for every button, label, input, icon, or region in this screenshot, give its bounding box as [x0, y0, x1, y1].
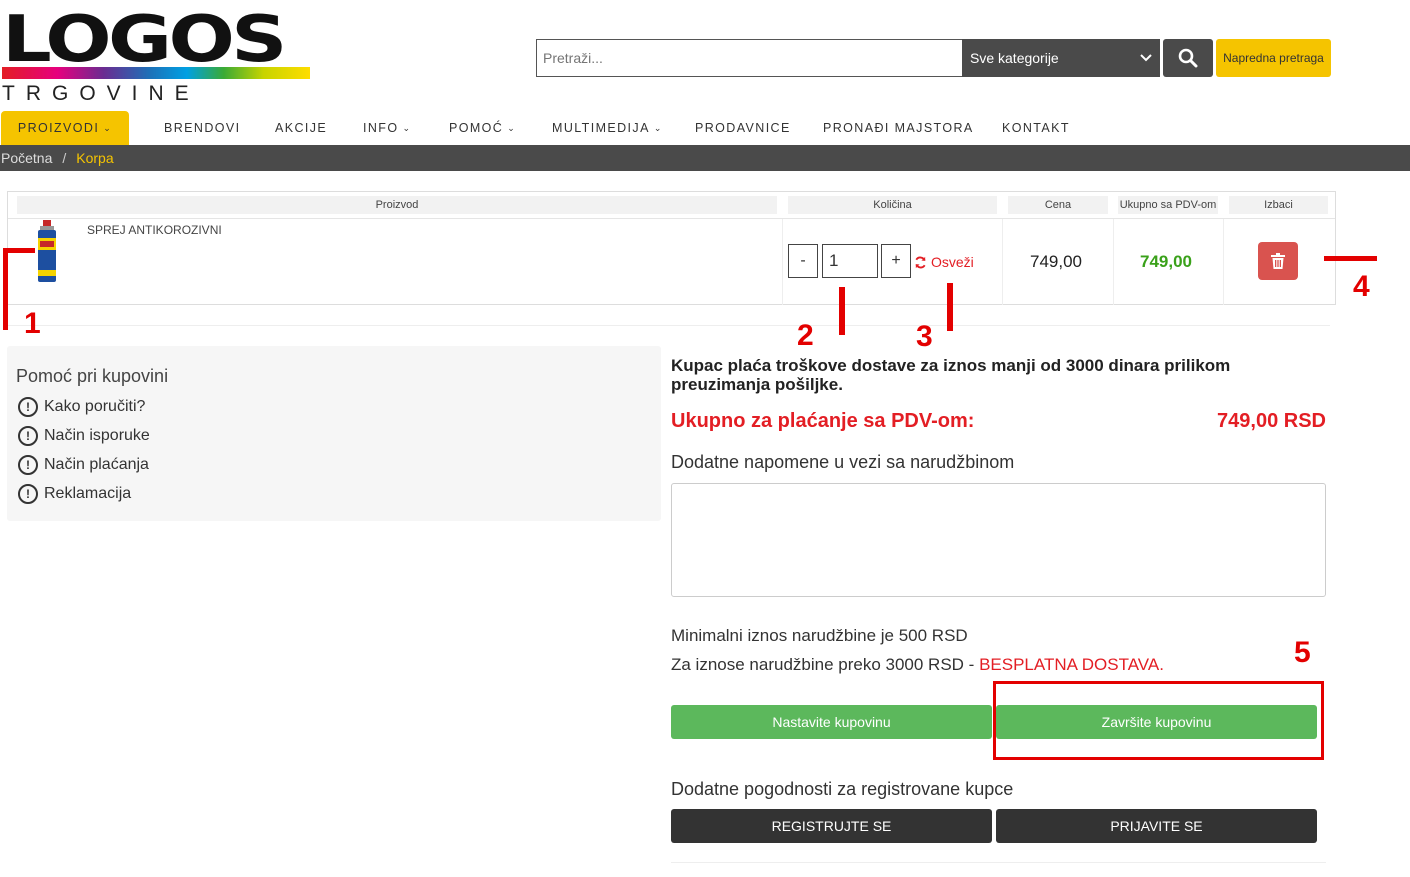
- free-delivery-text: Za iznose narudžbine preko 3000 RSD - BE…: [671, 655, 1164, 674]
- annotation-marker-4: [1324, 256, 1377, 261]
- help-link-complaints[interactable]: ! Reklamacija: [18, 484, 131, 504]
- header-price: Cena: [1008, 196, 1108, 214]
- nav-item-kontakt[interactable]: KONTAKT: [1002, 111, 1070, 145]
- category-select[interactable]: Sve kategorije: [962, 39, 1160, 77]
- cart-table: Proizvod Količina Cena Ukupno sa PDV-om …: [7, 191, 1336, 305]
- divider: [671, 862, 1326, 863]
- annotation-label-5: 5: [1294, 636, 1311, 669]
- annotation-marker-3: [947, 283, 953, 331]
- quantity-input[interactable]: [822, 244, 878, 278]
- nav-item-prodavnice[interactable]: PRODAVNICE: [695, 111, 791, 145]
- annotation-marker-2: [839, 287, 845, 335]
- logo-rainbow-stripe: [2, 67, 310, 79]
- breadcrumb-home[interactable]: Početna: [1, 150, 52, 166]
- annotation-marker-1: [3, 250, 8, 330]
- total-value: 749,00 RSD: [1217, 410, 1326, 432]
- logo[interactable]: LOGOS TRGOVINE: [0, 3, 312, 105]
- exclamation-circle-icon: !: [18, 426, 38, 446]
- chevron-down-icon: ⌄: [507, 122, 517, 133]
- shipping-info-text: Kupac plaća troškove dostave za iznos ma…: [671, 356, 1231, 394]
- continue-shopping-button[interactable]: Nastavite kupovinu: [671, 705, 992, 739]
- search-input[interactable]: [536, 39, 964, 77]
- quantity-increase-button[interactable]: +: [881, 244, 911, 278]
- divider: [1113, 219, 1114, 305]
- trash-icon: [1271, 253, 1285, 269]
- nav-item-pomoc[interactable]: POMOĆ ⌄: [449, 111, 516, 145]
- quantity-decrease-button[interactable]: -: [788, 244, 818, 278]
- item-price: 749,00: [1030, 252, 1082, 271]
- nav-item-info[interactable]: INFO ⌄: [363, 111, 411, 145]
- category-select-value: Sve kategorije: [970, 50, 1059, 66]
- chevron-down-icon: ⌄: [103, 122, 113, 133]
- exclamation-circle-icon: !: [18, 397, 38, 417]
- order-notes-input[interactable]: [671, 483, 1326, 597]
- breadcrumb: Početna / Korpa: [0, 145, 1410, 171]
- nav-item-pronadji-majstora[interactable]: PRONAĐI MAJSTORA: [823, 111, 974, 145]
- advanced-search-button[interactable]: Napredna pretraga: [1216, 39, 1331, 77]
- nav-item-proizvodi[interactable]: PROIZVODI ⌄: [1, 111, 129, 145]
- chevron-down-icon: ⌄: [402, 122, 412, 133]
- annotation-marker-1: [3, 248, 35, 253]
- main-nav: PROIZVODI ⌄ BRENDOVI AKCIJE INFO ⌄ POMOĆ ⌄ …: [0, 111, 1410, 145]
- divider: [8, 218, 1335, 219]
- registered-benefits-label: Dodatne pogodnosti za registrovane kupce: [671, 779, 1014, 799]
- header-remove: Izbaci: [1229, 196, 1328, 214]
- exclamation-circle-icon: !: [18, 484, 38, 504]
- divider: [1223, 219, 1224, 305]
- header-total: Ukupno sa PDV-om: [1118, 196, 1218, 214]
- divider: [7, 325, 1330, 326]
- header-product: Proizvod: [17, 196, 777, 214]
- nav-item-multimedija[interactable]: MULTIMEDIJA ⌄: [552, 111, 663, 145]
- total-label: Ukupno za plaćanje sa PDV-om:: [671, 410, 975, 432]
- minimum-order-text: Minimalni iznos narudžbine je 500 RSD: [671, 626, 968, 645]
- annotation-label-4: 4: [1353, 270, 1370, 303]
- finish-checkout-button[interactable]: Završite kupovinu: [996, 705, 1317, 739]
- product-name[interactable]: SPREJ ANTIKOROZIVNI: [87, 223, 222, 237]
- nav-item-brendovi[interactable]: BRENDOVI: [164, 111, 241, 145]
- breadcrumb-separator: /: [62, 150, 67, 166]
- nav-item-akcije[interactable]: AKCIJE: [275, 111, 327, 145]
- annotation-label-2: 2: [797, 319, 814, 352]
- refresh-button[interactable]: Osveži: [914, 254, 974, 270]
- exclamation-circle-icon: !: [18, 455, 38, 475]
- divider: [782, 219, 783, 305]
- logo-subtitle: TRGOVINE: [2, 82, 200, 105]
- help-title: Pomoć pri kupovini: [16, 366, 169, 386]
- login-button[interactable]: PRIJAVITE SE: [996, 809, 1317, 843]
- chevron-down-icon: [1140, 51, 1152, 65]
- help-link-how-to-order[interactable]: ! Kako poručiti?: [18, 397, 145, 417]
- remove-item-button[interactable]: [1258, 242, 1298, 280]
- help-link-payment[interactable]: ! Način plaćanja: [18, 455, 149, 475]
- item-total: 749,00: [1140, 252, 1192, 271]
- order-notes-label: Dodatne napomene u vezi sa narudžbinom: [671, 452, 1015, 472]
- breadcrumb-current: Korpa: [76, 150, 114, 166]
- free-delivery-highlight: BESPLATNA DOSTAVA.: [979, 655, 1164, 674]
- search-button[interactable]: [1163, 39, 1213, 77]
- refresh-icon: [915, 256, 926, 268]
- product-image[interactable]: [36, 220, 58, 282]
- help-link-delivery[interactable]: ! Način isporuke: [18, 426, 150, 446]
- chevron-down-icon: ⌄: [653, 122, 663, 133]
- register-button[interactable]: REGISTRUJTE SE: [671, 809, 992, 843]
- shopping-help-panel: Pomoć pri kupovini ! Kako poručiti? ! Na…: [7, 346, 661, 521]
- divider: [1002, 219, 1003, 305]
- annotation-label-3: 3: [916, 320, 933, 353]
- search-icon: [1178, 48, 1198, 68]
- refresh-label: Osveži: [931, 254, 974, 270]
- logo-wordmark: LOGOS: [2, 3, 287, 77]
- header-quantity: Količina: [788, 196, 997, 214]
- annotation-label-1: 1: [24, 307, 41, 340]
